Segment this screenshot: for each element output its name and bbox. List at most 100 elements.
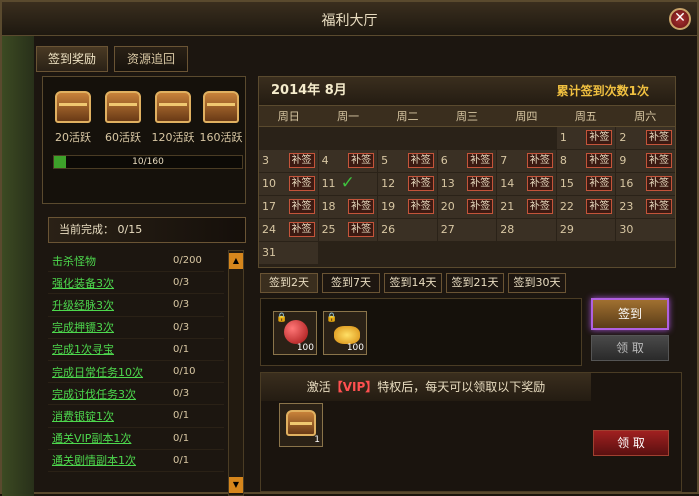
task-progress: 0/1	[173, 454, 190, 466]
calendar-day: 29	[556, 219, 616, 241]
task-name[interactable]: 升级经脉3次	[48, 297, 173, 313]
resign-button[interactable]: 补签	[646, 153, 672, 168]
day-number: 6	[440, 154, 448, 167]
resign-button[interactable]: 补签	[407, 199, 434, 214]
resign-button[interactable]: 补签	[407, 176, 434, 191]
calendar-day: 19 补签	[378, 196, 437, 218]
calendar-day: 20 补签	[437, 196, 497, 218]
resign-button[interactable]: 补签	[646, 199, 672, 214]
sign-calendar: 2014年 8月 累计签到次数1次 周日 周一 周二 周三 周四 周五 周六 1 补签 2 补签 3…	[258, 76, 676, 268]
task-name[interactable]: 消费银锭1次	[48, 408, 173, 424]
day-number: 28	[500, 223, 515, 236]
task-name[interactable]: 完成日常任务10次	[48, 364, 173, 380]
chest-label: 60活跃	[105, 131, 141, 144]
task-row: 完成讨伐任务3次 0/3	[48, 383, 224, 406]
tab-days-21[interactable]: 签到21天	[446, 273, 504, 293]
task-scrollbar[interactable]: ▲ ▼	[228, 250, 244, 496]
calendar-header: 2014年 8月 累计签到次数1次	[259, 77, 675, 105]
resign-button[interactable]: 补签	[467, 176, 494, 191]
resign-button[interactable]: 补签	[348, 222, 375, 237]
tab-days-2[interactable]: 签到2天	[260, 273, 318, 293]
sign-in-button[interactable]: 签到	[591, 298, 669, 330]
chest-160[interactable]: 160活跃	[197, 91, 245, 145]
resign-button[interactable]: 补签	[586, 176, 613, 191]
close-icon[interactable]: ✕	[669, 8, 691, 30]
task-name[interactable]: 通关剧情副本1次	[48, 452, 173, 468]
day-number: 15	[559, 177, 574, 190]
day-number: 22	[559, 200, 574, 213]
task-row: 击杀怪物 0/200	[48, 250, 224, 273]
reward-gold[interactable]: 🔒 100	[323, 311, 367, 355]
task-name[interactable]: 完成押镖3次	[48, 319, 173, 335]
task-row: 升级经脉3次 0/3	[48, 294, 224, 317]
resign-button[interactable]: 补签	[586, 130, 613, 145]
resign-button[interactable]: 补签	[288, 176, 315, 191]
resign-button[interactable]: 补签	[586, 153, 613, 168]
weekday-header: 周日 周一 周二 周三 周四 周五 周六	[259, 105, 675, 127]
tab-days-30[interactable]: 签到30天	[508, 273, 566, 293]
activity-progress-bar: 10/160	[53, 155, 243, 169]
vip-reward-item[interactable]: 1	[279, 403, 323, 447]
chest-20[interactable]: 20活跃	[49, 91, 97, 145]
calendar-day	[259, 127, 318, 149]
vip-message: 激活【VIP】特权后，每天可以领取以下奖励	[261, 373, 591, 401]
scroll-up-icon[interactable]: ▲	[229, 253, 243, 269]
day-number: 11	[321, 177, 336, 190]
resign-button[interactable]: 补签	[348, 153, 375, 168]
task-name[interactable]: 通关VIP副本1次	[48, 430, 173, 446]
welfare-window: 福利大厅 ✕ 签到奖励 资源追回 20活跃 60活跃 120活跃 160活跃 1…	[0, 0, 699, 496]
scroll-down-icon[interactable]: ▼	[229, 477, 243, 493]
vip-claim-button[interactable]: 领 取	[593, 430, 669, 456]
claim-button[interactable]: 领 取	[591, 335, 669, 361]
tab-days-14[interactable]: 签到14天	[384, 273, 442, 293]
task-progress: 0/1	[173, 410, 190, 422]
day-number: 25	[321, 223, 336, 236]
gold-icon	[334, 326, 360, 344]
tab-days-7[interactable]: 签到7天	[322, 273, 380, 293]
calendar-day: 31	[259, 242, 318, 264]
day-number: 20	[440, 200, 455, 213]
tab-resource-recover[interactable]: 资源追回	[114, 46, 188, 72]
weekday-label: 周三	[455, 110, 478, 123]
task-progress: 0/200	[173, 255, 202, 267]
resign-button[interactable]: 补签	[288, 199, 315, 214]
day-number: 21	[500, 200, 515, 213]
task-name[interactable]: 强化装备3次	[48, 275, 173, 291]
vip-suffix: 特权后，每天可以领取以下奖励	[377, 380, 546, 394]
chest-120[interactable]: 120活跃	[149, 91, 197, 145]
calendar-day: 13 补签	[437, 173, 497, 195]
resign-button[interactable]: 补签	[467, 153, 494, 168]
chest-60[interactable]: 60活跃	[99, 91, 147, 145]
resign-button[interactable]: 补签	[467, 199, 494, 214]
sign-count: 累计签到次数1次	[556, 84, 649, 98]
task-name[interactable]: 完成讨伐任务3次	[48, 386, 173, 402]
calendar-day: 1 补签	[556, 127, 616, 149]
calendar-day: 30	[616, 219, 675, 241]
tab-sign-reward[interactable]: 签到奖励	[36, 46, 108, 72]
task-name[interactable]: 完成1次寻宝	[48, 341, 173, 357]
resign-button[interactable]: 补签	[646, 130, 672, 145]
chest-icon	[203, 91, 239, 123]
calendar-day: 27	[437, 219, 497, 241]
day-number: 18	[321, 200, 336, 213]
day-number: 10	[262, 177, 276, 190]
day-number: 13	[440, 177, 455, 190]
resign-button[interactable]: 补签	[526, 153, 553, 168]
resign-button[interactable]: 补签	[348, 199, 375, 214]
calendar-month: 2014年 8月	[271, 83, 347, 98]
day-number: 9	[619, 154, 627, 167]
reward-qty: 100	[346, 343, 364, 353]
resign-button[interactable]: 补签	[646, 176, 672, 191]
lock-icon: 🔒	[326, 313, 338, 323]
resign-button[interactable]: 补签	[526, 176, 553, 191]
reward-gem[interactable]: 🔒 100	[273, 311, 317, 355]
resign-button[interactable]: 补签	[586, 199, 613, 214]
resign-button[interactable]: 补签	[288, 153, 315, 168]
resign-button[interactable]: 补签	[526, 199, 553, 214]
calendar-day: 9 补签	[616, 150, 675, 172]
calendar-day	[497, 127, 556, 149]
day-number: 17	[262, 200, 276, 213]
resign-button[interactable]: 补签	[407, 153, 434, 168]
calendar-day: 22 补签	[556, 196, 616, 218]
resign-button[interactable]: 补签	[288, 222, 315, 237]
